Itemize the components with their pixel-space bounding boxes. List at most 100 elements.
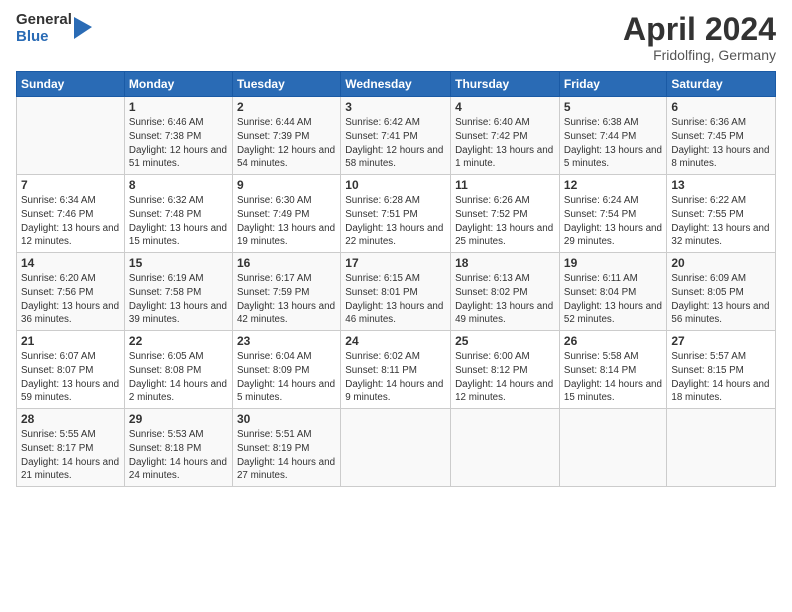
day-number: 8	[129, 178, 228, 192]
logo: General Blue	[16, 12, 92, 45]
day-info: Sunrise: 5:51 AMSunset: 8:19 PMDaylight:…	[237, 428, 336, 483]
header: General Blue April 2024 Fridolfing, Germ…	[16, 12, 776, 63]
day-number: 5	[564, 100, 662, 114]
day-info: Sunrise: 5:58 AMSunset: 8:14 PMDaylight:…	[564, 350, 662, 405]
day-info: Sunrise: 6:19 AMSunset: 7:58 PMDaylight:…	[129, 272, 228, 327]
calendar-cell: 10 Sunrise: 6:28 AMSunset: 7:51 PMDayligh…	[341, 175, 451, 253]
weekday-header-wednesday: Wednesday	[341, 72, 451, 97]
calendar-cell: 19 Sunrise: 6:11 AMSunset: 8:04 PMDayligh…	[559, 253, 666, 331]
day-info: Sunrise: 6:07 AMSunset: 8:07 PMDaylight:…	[21, 350, 120, 405]
day-number: 3	[345, 100, 446, 114]
day-number: 17	[345, 256, 446, 270]
logo-general: General	[16, 12, 72, 29]
calendar-cell: 23 Sunrise: 6:04 AMSunset: 8:09 PMDayligh…	[232, 331, 340, 409]
day-info: Sunrise: 6:22 AMSunset: 7:55 PMDaylight:…	[671, 194, 771, 249]
day-number: 24	[345, 334, 446, 348]
calendar-cell: 6Sunrise: 6:36 AMSunset: 7:45 PMDaylight…	[667, 97, 776, 175]
calendar-cell	[667, 409, 776, 487]
day-info: Sunrise: 5:57 AMSunset: 8:15 PMDaylight:…	[671, 350, 771, 405]
day-number: 9	[237, 178, 336, 192]
day-info: Sunrise: 6:17 AMSunset: 7:59 PMDaylight:…	[237, 272, 336, 327]
day-number: 13	[671, 178, 771, 192]
calendar-week-1: 1 Sunrise: 6:46 AMSunset: 7:38 PMDaylight…	[17, 97, 776, 175]
calendar-cell: 8 Sunrise: 6:32 AMSunset: 7:48 PMDaylight…	[124, 175, 232, 253]
day-info: Sunrise: 6:20 AMSunset: 7:56 PMDaylight:…	[21, 272, 120, 327]
day-number: 28	[21, 412, 120, 426]
calendar-cell: 30 Sunrise: 5:51 AMSunset: 8:19 PMDayligh…	[232, 409, 340, 487]
calendar-week-3: 14 Sunrise: 6:20 AMSunset: 7:56 PMDayligh…	[17, 253, 776, 331]
calendar-cell: 11 Sunrise: 6:26 AMSunset: 7:52 PMDayligh…	[451, 175, 560, 253]
calendar-cell	[341, 409, 451, 487]
day-info: Sunrise: 6:09 AMSunset: 8:05 PMDaylight:…	[671, 272, 771, 327]
calendar-body: 1 Sunrise: 6:46 AMSunset: 7:38 PMDaylight…	[17, 97, 776, 487]
day-number: 23	[237, 334, 336, 348]
day-number: 26	[564, 334, 662, 348]
day-info: Sunrise: 6:46 AMSunset: 7:38 PMDaylight:…	[129, 116, 228, 171]
day-info: Sunrise: 6:38 AMSunset: 7:44 PMDaylight:…	[564, 116, 662, 171]
day-info: Sunrise: 6:42 AMSunset: 7:41 PMDaylight:…	[345, 116, 446, 171]
day-info: Sunrise: 6:32 AMSunset: 7:48 PMDaylight:…	[129, 194, 228, 249]
day-info: Sunrise: 6:28 AMSunset: 7:51 PMDaylight:…	[345, 194, 446, 249]
calendar-cell: 9 Sunrise: 6:30 AMSunset: 7:49 PMDaylight…	[232, 175, 340, 253]
calendar-table: SundayMondayTuesdayWednesdayThursdayFrid…	[16, 71, 776, 487]
weekday-header-friday: Friday	[559, 72, 666, 97]
day-number: 30	[237, 412, 336, 426]
day-number: 25	[455, 334, 555, 348]
calendar-cell: 7Sunrise: 6:34 AMSunset: 7:46 PMDaylight…	[17, 175, 125, 253]
weekday-header-monday: Monday	[124, 72, 232, 97]
logo-blue: Blue	[16, 29, 72, 46]
calendar-cell: 5 Sunrise: 6:38 AMSunset: 7:44 PMDaylight…	[559, 97, 666, 175]
weekday-header-saturday: Saturday	[667, 72, 776, 97]
weekday-header-tuesday: Tuesday	[232, 72, 340, 97]
calendar-cell	[451, 409, 560, 487]
day-info: Sunrise: 6:13 AMSunset: 8:02 PMDaylight:…	[455, 272, 555, 327]
day-number: 4	[455, 100, 555, 114]
weekday-header-row: SundayMondayTuesdayWednesdayThursdayFrid…	[17, 72, 776, 97]
day-info: Sunrise: 6:24 AMSunset: 7:54 PMDaylight:…	[564, 194, 662, 249]
calendar-cell	[17, 97, 125, 175]
day-info: Sunrise: 6:30 AMSunset: 7:49 PMDaylight:…	[237, 194, 336, 249]
day-number: 14	[21, 256, 120, 270]
day-info: Sunrise: 6:40 AMSunset: 7:42 PMDaylight:…	[455, 116, 555, 171]
day-number: 7	[21, 178, 120, 192]
day-info: Sunrise: 6:11 AMSunset: 8:04 PMDaylight:…	[564, 272, 662, 327]
title-location: Fridolfing, Germany	[623, 47, 776, 63]
calendar-cell: 13 Sunrise: 6:22 AMSunset: 7:55 PMDayligh…	[667, 175, 776, 253]
day-number: 10	[345, 178, 446, 192]
day-number: 12	[564, 178, 662, 192]
day-number: 18	[455, 256, 555, 270]
day-info: Sunrise: 6:04 AMSunset: 8:09 PMDaylight:…	[237, 350, 336, 405]
calendar-week-2: 7Sunrise: 6:34 AMSunset: 7:46 PMDaylight…	[17, 175, 776, 253]
day-number: 19	[564, 256, 662, 270]
title-block: April 2024 Fridolfing, Germany	[623, 12, 776, 63]
calendar-cell: 21 Sunrise: 6:07 AMSunset: 8:07 PMDayligh…	[17, 331, 125, 409]
day-number: 11	[455, 178, 555, 192]
calendar-cell: 14 Sunrise: 6:20 AMSunset: 7:56 PMDayligh…	[17, 253, 125, 331]
calendar-cell: 29 Sunrise: 5:53 AMSunset: 8:18 PMDayligh…	[124, 409, 232, 487]
calendar-cell: 3 Sunrise: 6:42 AMSunset: 7:41 PMDaylight…	[341, 97, 451, 175]
calendar-cell: 28Sunrise: 5:55 AMSunset: 8:17 PMDayligh…	[17, 409, 125, 487]
day-number: 27	[671, 334, 771, 348]
calendar-cell: 2Sunrise: 6:44 AMSunset: 7:39 PMDaylight…	[232, 97, 340, 175]
day-number: 20	[671, 256, 771, 270]
calendar-cell: 24 Sunrise: 6:02 AMSunset: 8:11 PMDayligh…	[341, 331, 451, 409]
day-number: 15	[129, 256, 228, 270]
title-month: April 2024	[623, 12, 776, 47]
day-number: 16	[237, 256, 336, 270]
weekday-header-sunday: Sunday	[17, 72, 125, 97]
day-number: 29	[129, 412, 228, 426]
calendar-cell: 1 Sunrise: 6:46 AMSunset: 7:38 PMDaylight…	[124, 97, 232, 175]
calendar-cell	[559, 409, 666, 487]
calendar-cell: 15 Sunrise: 6:19 AMSunset: 7:58 PMDayligh…	[124, 253, 232, 331]
day-info: Sunrise: 6:26 AMSunset: 7:52 PMDaylight:…	[455, 194, 555, 249]
day-number: 1	[129, 100, 228, 114]
day-info: Sunrise: 6:44 AMSunset: 7:39 PMDaylight:…	[237, 116, 336, 171]
calendar-cell: 20 Sunrise: 6:09 AMSunset: 8:05 PMDayligh…	[667, 253, 776, 331]
day-info: Sunrise: 6:02 AMSunset: 8:11 PMDaylight:…	[345, 350, 446, 405]
logo-icon	[74, 17, 92, 39]
day-info: Sunrise: 5:53 AMSunset: 8:18 PMDaylight:…	[129, 428, 228, 483]
day-number: 21	[21, 334, 120, 348]
calendar-header: SundayMondayTuesdayWednesdayThursdayFrid…	[17, 72, 776, 97]
day-info: Sunrise: 6:36 AMSunset: 7:45 PMDaylight:…	[671, 116, 771, 171]
calendar-cell: 22Sunrise: 6:05 AMSunset: 8:08 PMDayligh…	[124, 331, 232, 409]
